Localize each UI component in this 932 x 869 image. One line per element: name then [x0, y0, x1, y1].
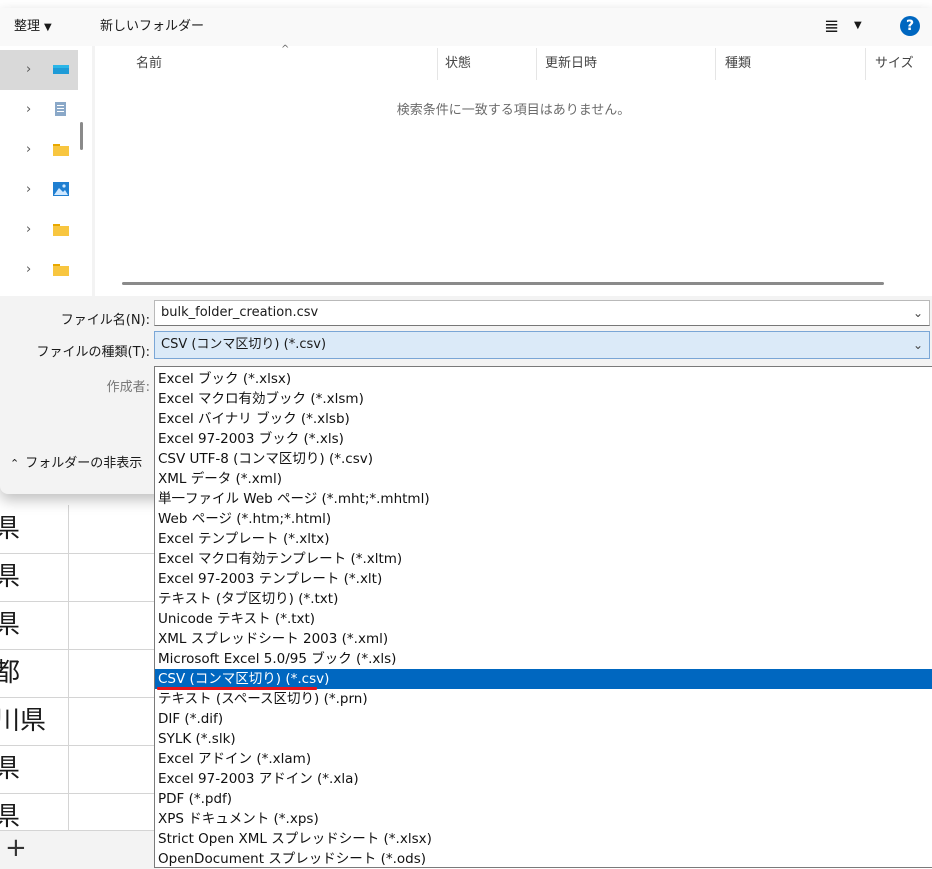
navigation-pane: › › › › › ›: [0, 46, 92, 296]
dropdown-option[interactable]: テキスト (スペース区切り) (*.prn): [155, 689, 932, 709]
chevron-down-icon[interactable]: ⌄: [913, 301, 923, 325]
sheet-cell[interactable]: [69, 697, 160, 746]
dropdown-option[interactable]: 単一ファイル Web ページ (*.mht;*.mhtml): [155, 489, 932, 509]
dropdown-option[interactable]: Microsoft Excel 5.0/95 ブック (*.xls): [155, 649, 932, 669]
dropdown-option[interactable]: PDF (*.pdf): [155, 789, 932, 809]
sheet-cell[interactable]: 県: [0, 553, 69, 602]
nav-item-folder-3[interactable]: ›: [0, 250, 78, 290]
sheet-cell[interactable]: 川県: [0, 697, 69, 746]
sheet-cell[interactable]: 県: [0, 601, 69, 650]
help-icon[interactable]: ?: [900, 16, 920, 36]
folder-icon: [53, 224, 69, 236]
chevron-right-icon[interactable]: ›: [26, 102, 31, 117]
caret-down-icon[interactable]: ▼: [854, 20, 862, 31]
chevron-down-icon[interactable]: ⌄: [913, 332, 923, 358]
chevron-up-icon: ⌃: [10, 457, 20, 470]
sheet-cell[interactable]: [69, 553, 160, 602]
sheet-cell[interactable]: [69, 505, 160, 554]
dropdown-option[interactable]: SYLK (*.slk): [155, 729, 932, 749]
filename-field[interactable]: bulk_folder_creation.csv ⌄: [154, 300, 930, 326]
chevron-right-icon[interactable]: ›: [26, 262, 31, 277]
folder-icon: [53, 264, 69, 276]
dropdown-option[interactable]: Excel ブック (*.xlsx): [155, 369, 932, 389]
dropdown-option[interactable]: Excel 97-2003 アドイン (*.xla): [155, 769, 932, 789]
column-header-status[interactable]: 状態: [445, 54, 471, 74]
sheet-cell[interactable]: 県: [0, 505, 69, 554]
author-label: 作成者:: [106, 380, 150, 395]
empty-results-message: 検索条件に一致する項目はありません。: [396, 103, 631, 118]
organize-button[interactable]: 整理 ▼: [14, 16, 52, 38]
sort-up-icon: ^: [281, 44, 290, 55]
column-divider[interactable]: [437, 48, 438, 80]
filetype-dropdown-list: Excel ブック (*.xlsx) Excel マクロ有効ブック (*.xlsm…: [154, 366, 932, 868]
red-highlight-underline: [157, 687, 317, 690]
column-header-name[interactable]: 名前: [136, 54, 162, 74]
nav-scrollbar[interactable]: [80, 122, 83, 150]
dropdown-option[interactable]: Strict Open XML スプレッドシート (*.xlsx): [155, 829, 932, 849]
chevron-right-icon[interactable]: ›: [26, 182, 31, 197]
pictures-icon: [53, 182, 69, 196]
filename-value: bulk_folder_creation.csv: [161, 305, 319, 320]
column-divider[interactable]: [715, 48, 716, 80]
column-divider[interactable]: [536, 48, 537, 80]
dropdown-option[interactable]: Excel 97-2003 ブック (*.xls): [155, 429, 932, 449]
filetype-label: ファイルの種類(T):: [36, 345, 150, 360]
column-header-size[interactable]: サイズ: [875, 54, 914, 74]
filetype-select[interactable]: CSV (コンマ区切り) (*.csv) ⌄: [154, 331, 930, 359]
spreadsheet-background: 県県県都川県県県: [0, 505, 160, 868]
document-icon: [55, 102, 66, 116]
dropdown-option[interactable]: テキスト (タブ区切り) (*.txt): [155, 589, 932, 609]
organize-label: 整理: [14, 19, 41, 34]
sheet-cell[interactable]: 県: [0, 745, 69, 794]
file-list-pane: ^ 名前 状態 更新日時 種類 サイズ 検索条件に一致する項目はありません。: [95, 44, 932, 296]
sheet-cell[interactable]: [69, 745, 160, 794]
dialog-toolbar: 整理 ▼ 新しいフォルダー ≣ ▼ ?: [0, 8, 932, 46]
dropdown-option[interactable]: Web ページ (*.htm;*.html): [155, 509, 932, 529]
column-divider[interactable]: [865, 48, 866, 80]
dropdown-option[interactable]: XML スプレッドシート 2003 (*.xml): [155, 629, 932, 649]
sheet-cell[interactable]: [69, 649, 160, 698]
dropdown-option[interactable]: Excel 97-2003 テンプレート (*.xlt): [155, 569, 932, 589]
nav-item-folder-1[interactable]: ›: [0, 130, 78, 170]
nav-item-pictures[interactable]: ›: [0, 170, 78, 210]
horizontal-scrollbar[interactable]: [122, 282, 884, 285]
column-header-modified[interactable]: 更新日時: [545, 54, 597, 74]
dropdown-option[interactable]: OpenDocument スプレッドシート (*.ods): [155, 849, 932, 867]
chevron-right-icon[interactable]: ›: [26, 142, 31, 157]
caret-down-icon: ▼: [44, 22, 52, 33]
hide-folders-button[interactable]: ⌃ フォルダーの非表示: [10, 453, 142, 475]
new-folder-button[interactable]: 新しいフォルダー: [100, 16, 204, 38]
sheet-cell[interactable]: [69, 601, 160, 650]
dropdown-option[interactable]: CSV (コンマ区切り) (*.csv): [155, 669, 932, 689]
sheet-cell[interactable]: 都: [0, 649, 69, 698]
folder-icon: [53, 144, 69, 156]
filename-label: ファイル名(N):: [60, 313, 150, 328]
add-sheet-button[interactable]: +: [5, 833, 27, 863]
dropdown-option[interactable]: CSV UTF-8 (コンマ区切り) (*.csv): [155, 449, 932, 469]
column-header-type[interactable]: 種類: [725, 54, 751, 74]
dropdown-option[interactable]: XML データ (*.xml): [155, 469, 932, 489]
nav-item-documents[interactable]: ›: [0, 90, 78, 130]
hide-folders-label: フォルダーの非表示: [25, 456, 143, 471]
dropdown-option[interactable]: Excel バイナリ ブック (*.xlsb): [155, 409, 932, 429]
dropdown-option[interactable]: XPS ドキュメント (*.xps): [155, 809, 932, 829]
onedrive-icon: [53, 65, 69, 74]
filetype-value: CSV (コンマ区切り) (*.csv): [161, 337, 327, 352]
dropdown-option[interactable]: DIF (*.dif): [155, 709, 932, 729]
dropdown-option[interactable]: Excel テンプレート (*.xltx): [155, 529, 932, 549]
chevron-right-icon[interactable]: ›: [26, 62, 31, 77]
view-options-icon[interactable]: ≣: [824, 16, 839, 38]
dropdown-option[interactable]: Unicode テキスト (*.txt): [155, 609, 932, 629]
dropdown-option[interactable]: Excel マクロ有効テンプレート (*.xltm): [155, 549, 932, 569]
dropdown-option[interactable]: Excel アドイン (*.xlam): [155, 749, 932, 769]
nav-item-folder-2[interactable]: ›: [0, 210, 78, 250]
nav-item-onedrive[interactable]: ›: [0, 50, 78, 90]
chevron-right-icon[interactable]: ›: [26, 222, 31, 237]
dropdown-option[interactable]: Excel マクロ有効ブック (*.xlsm): [155, 389, 932, 409]
